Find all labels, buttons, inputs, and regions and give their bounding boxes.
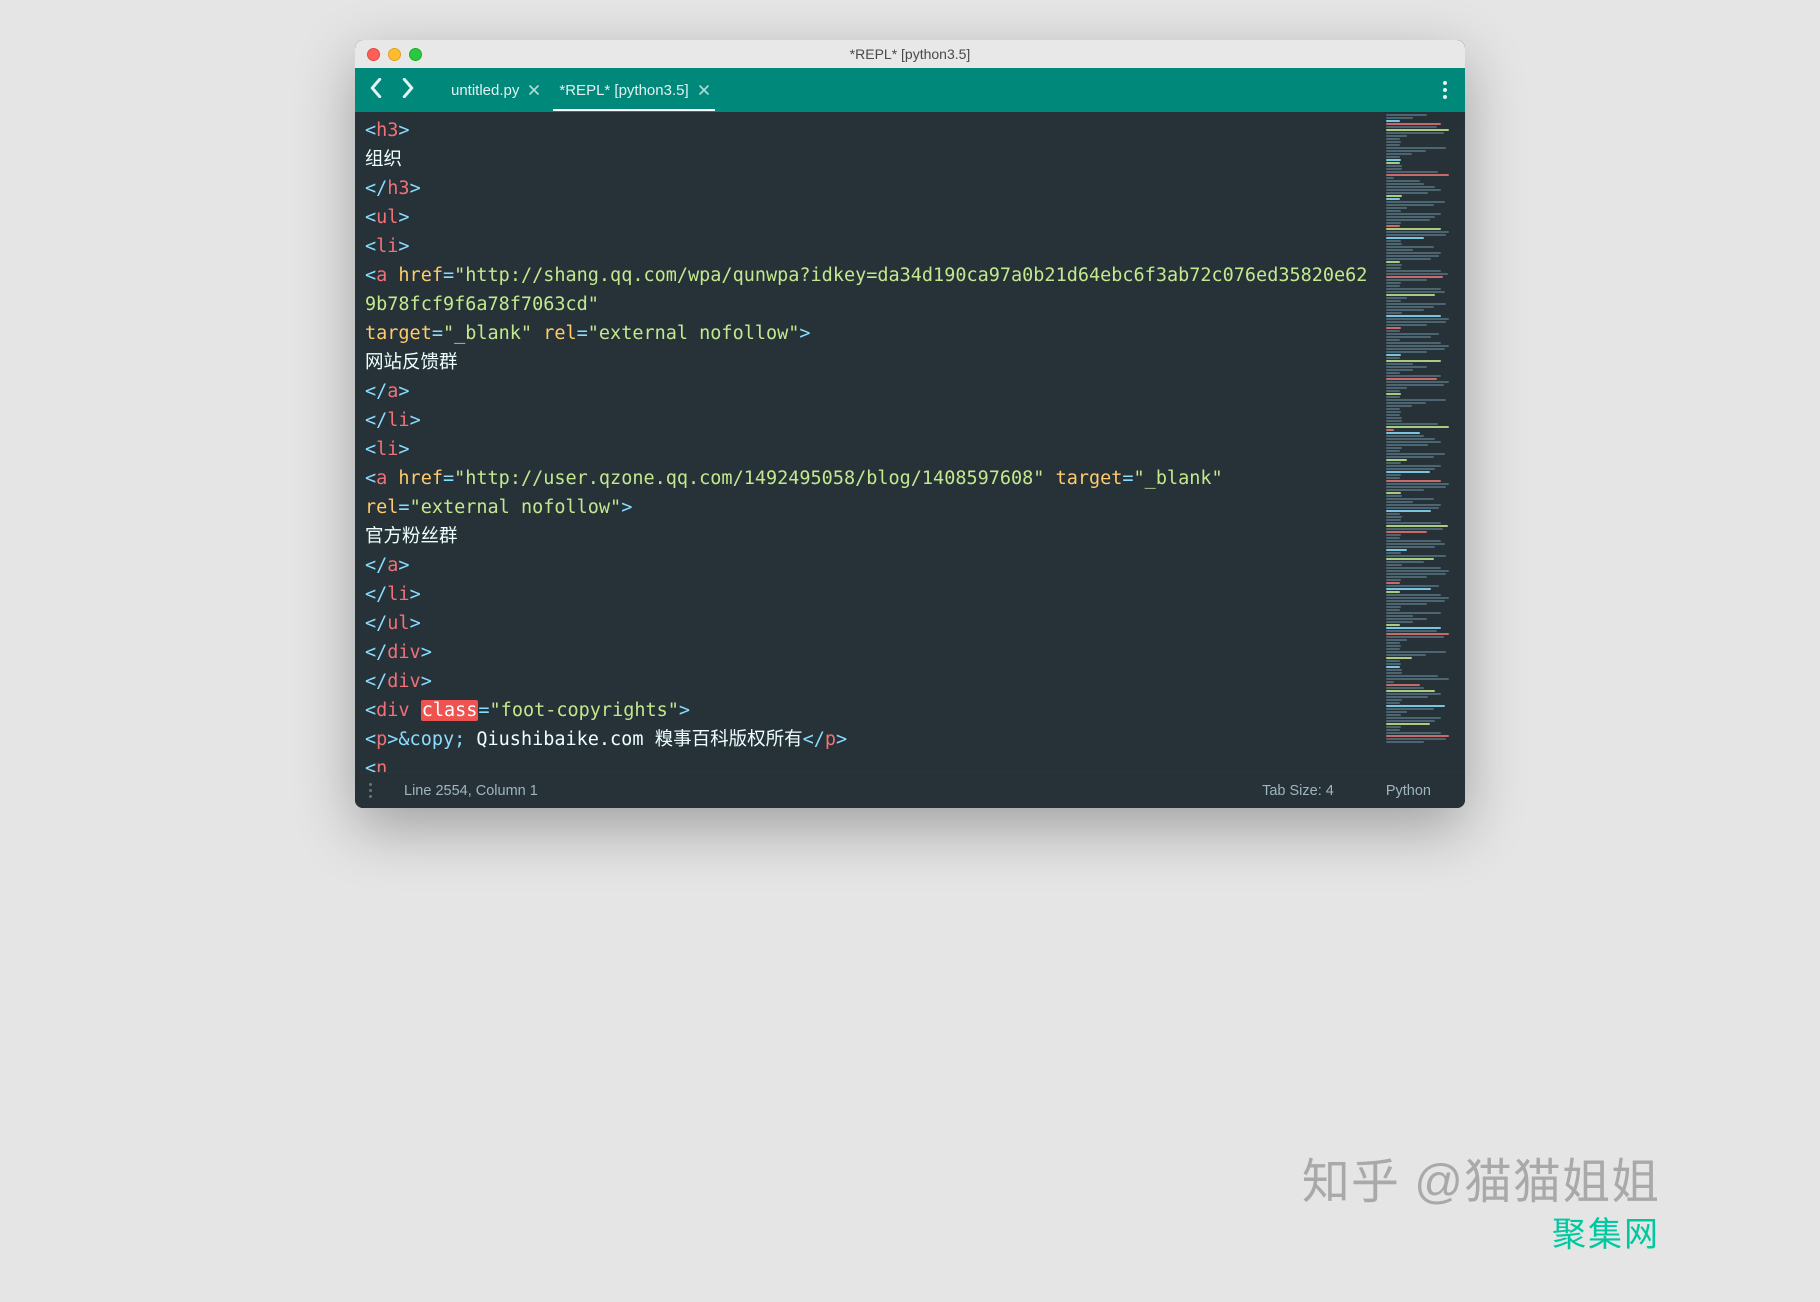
window-controls — [355, 48, 422, 61]
minimize-window-button[interactable] — [388, 48, 401, 61]
code-line: </h3> — [365, 174, 1375, 203]
code-line: <div class="foot-copyrights"> — [365, 696, 1375, 725]
editor-area: <h3>组织</h3><ul><li><a href="http://shang… — [355, 112, 1465, 772]
code-line: </li> — [365, 406, 1375, 435]
cursor-position[interactable]: Line 2554, Column 1 — [404, 783, 538, 799]
window-title: *REPL* [python3.5] — [850, 46, 971, 62]
tab-list: untitled.py *REPL* [python3.5] — [445, 72, 715, 109]
titlebar[interactable]: *REPL* [python3.5] — [355, 40, 1465, 68]
tab-size-indicator[interactable]: Tab Size: 4 — [1262, 783, 1334, 799]
code-line: <h3> — [365, 116, 1375, 145]
editor-window: *REPL* [python3.5] untitled.py *REPL* [py… — [355, 40, 1465, 808]
tab-label: untitled.py — [451, 82, 519, 99]
more-menu-button[interactable] — [1439, 75, 1451, 105]
watermark-site: 聚集网 — [1552, 1207, 1660, 1256]
code-line: <ul> — [365, 203, 1375, 232]
code-line: <a href="http://shang.qq.com/wpa/qunwpa?… — [365, 261, 1375, 319]
tab-1[interactable]: *REPL* [python3.5] — [553, 72, 714, 109]
maximize-window-button[interactable] — [409, 48, 422, 61]
close-tab-icon[interactable] — [699, 82, 709, 99]
code-line: <p>&copy; Qiushibaike.com 糗事百科版权所有</p> — [365, 725, 1375, 754]
code-line: </div> — [365, 638, 1375, 667]
tab-bar: untitled.py *REPL* [python3.5] — [355, 68, 1465, 112]
code-line: 网站反馈群 — [365, 348, 1375, 377]
tab-0[interactable]: untitled.py — [445, 72, 545, 109]
code-line: </a> — [365, 551, 1375, 580]
code-line: </div> — [365, 667, 1375, 696]
code-line: target="_blank" rel="external nofollow"> — [365, 319, 1375, 348]
code-line: </ul> — [365, 609, 1375, 638]
code-line: 组织 — [365, 145, 1375, 174]
code-line: 官方粉丝群 — [365, 522, 1375, 551]
nav-back-button[interactable] — [369, 78, 383, 103]
status-menu-button[interactable] — [369, 783, 372, 798]
close-window-button[interactable] — [367, 48, 380, 61]
nav-forward-button[interactable] — [401, 78, 415, 103]
code-line: <n — [365, 754, 1375, 772]
tab-label: *REPL* [python3.5] — [559, 82, 688, 99]
code-line: <li> — [365, 232, 1375, 261]
close-tab-icon[interactable] — [529, 82, 539, 99]
code-line: </li> — [365, 580, 1375, 609]
minimap[interactable] — [1383, 112, 1465, 772]
code-line: rel="external nofollow"> — [365, 493, 1375, 522]
code-line: </a> — [365, 377, 1375, 406]
watermark-zhihu: 知乎 @猫猫姐姐 — [1302, 1142, 1660, 1212]
code-line: <a href="http://user.qzone.qq.com/149249… — [365, 464, 1375, 493]
code-editor[interactable]: <h3>组织</h3><ul><li><a href="http://shang… — [355, 112, 1383, 772]
code-line: <li> — [365, 435, 1375, 464]
nav-arrows — [369, 78, 415, 103]
language-indicator[interactable]: Python — [1386, 783, 1431, 799]
status-bar: Line 2554, Column 1 Tab Size: 4 Python — [355, 772, 1465, 808]
